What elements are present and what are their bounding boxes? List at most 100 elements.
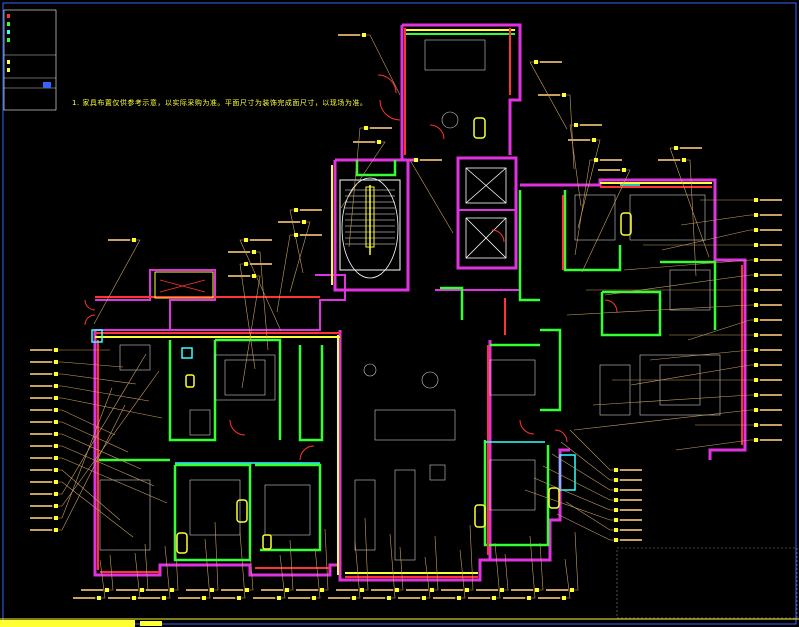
annotation-tag: [30, 505, 52, 507]
annotation-marker: [614, 498, 618, 502]
elevator-icon: [465, 167, 507, 259]
annotation-marker: [570, 588, 574, 592]
wall-outline: [93, 23, 747, 582]
annotation-tag: [406, 589, 428, 591]
annotation-tag: [363, 597, 385, 599]
annotation-marker: [54, 408, 58, 412]
annotation-marker: [457, 596, 461, 600]
annotation-tag: [760, 319, 782, 321]
annotation-tag: [760, 244, 782, 246]
annotation-tag: [568, 139, 590, 141]
leader-line: [52, 361, 124, 368]
annotation-tag: [30, 349, 52, 351]
annotation-tag: [620, 539, 642, 541]
annotation-tag: [288, 597, 310, 599]
annotation-marker: [674, 146, 678, 150]
annotation-marker: [54, 456, 58, 460]
annotation-marker: [614, 538, 618, 542]
annotation-marker: [500, 588, 504, 592]
annotation-marker: [54, 360, 58, 364]
annotation-marker: [54, 516, 58, 520]
annotation-marker: [162, 596, 166, 600]
annotation-tag: [658, 159, 680, 161]
annotation-tag: [760, 289, 782, 291]
annotation-tag: [760, 394, 782, 396]
balcony: [154, 271, 214, 299]
leader-line: [556, 513, 620, 541]
annotation-tag: [760, 334, 782, 336]
leader-line: [385, 533, 396, 599]
annotation-marker: [54, 432, 58, 436]
annotation-tag: [30, 409, 52, 411]
annotation-tag: [338, 34, 360, 36]
annotation-marker: [387, 596, 391, 600]
annotation-tag: [433, 597, 455, 599]
annotation-tag: [760, 349, 782, 351]
door-swing-icon: [84, 74, 618, 461]
toilet-icon: [176, 117, 632, 554]
annotation-tag: [620, 479, 642, 481]
annotation-tag: [108, 597, 130, 599]
leader-line: [592, 394, 760, 406]
annotation-marker: [54, 528, 58, 532]
annotation-tag: [336, 589, 358, 591]
annotation-tag: [30, 493, 52, 495]
annotation-tag: [760, 439, 782, 441]
title-strip-small: [140, 621, 162, 626]
leader-line: [52, 404, 126, 531]
leader-line: [560, 441, 620, 481]
leader-line: [52, 469, 121, 521]
annotation-marker: [614, 468, 618, 472]
annotation-marker: [592, 138, 596, 142]
annotation-marker: [364, 126, 368, 130]
annotation-marker: [320, 588, 324, 592]
annotation-tag: [30, 421, 52, 423]
annotation-tag: [30, 385, 52, 387]
annotation-marker: [754, 378, 758, 382]
annotation-tag: [680, 147, 702, 149]
annotation-marker: [492, 596, 496, 600]
leader-line: [680, 159, 697, 277]
annotation-tag: [760, 229, 782, 231]
annotation-marker: [140, 588, 144, 592]
leader-line: [239, 239, 282, 332]
annotation-tag: [178, 597, 200, 599]
annotation-tag: [253, 597, 275, 599]
annotation-marker: [754, 408, 758, 412]
annotation-marker: [54, 420, 58, 424]
annotation-tag: [620, 529, 642, 531]
annotation-marker: [682, 158, 686, 162]
annotation-marker: [54, 480, 58, 484]
annotation-tag: [278, 221, 300, 223]
annotation-tag: [540, 61, 562, 63]
annotation-marker: [244, 238, 248, 242]
annotation-tag: [30, 373, 52, 375]
annotation-marker: [245, 588, 249, 592]
annotation-marker: [534, 60, 538, 64]
annotation-tag: [30, 529, 52, 531]
annotation-marker: [285, 588, 289, 592]
annotation-tag: [760, 424, 782, 426]
annotation-marker: [252, 274, 256, 278]
annotation-marker: [422, 596, 426, 600]
annotation-marker: [754, 423, 758, 427]
annotation-marker: [614, 478, 618, 482]
leader-line: [52, 370, 160, 507]
annotation-marker: [105, 588, 109, 592]
leader-line: [360, 34, 401, 96]
leader-line: [276, 234, 300, 313]
leader-line: [428, 535, 439, 591]
annotation-tag: [228, 275, 250, 277]
annotation-marker: [252, 250, 256, 254]
annotation-tag: [30, 457, 52, 459]
leader-line: [542, 465, 620, 501]
leader-line: [574, 159, 600, 256]
annotation-marker: [430, 588, 434, 592]
annotation-marker: [754, 273, 758, 277]
annotation-tag: [30, 517, 52, 519]
annotation-marker: [132, 238, 136, 242]
drawing-note: 1. 家具布置仅供参考示意，以实际采购为准。平面尺寸为装饰完成面尺寸，以现场为准…: [72, 99, 368, 107]
annotation-tag: [760, 304, 782, 306]
leader-line: [604, 274, 760, 296]
annotation-tag: [468, 597, 490, 599]
